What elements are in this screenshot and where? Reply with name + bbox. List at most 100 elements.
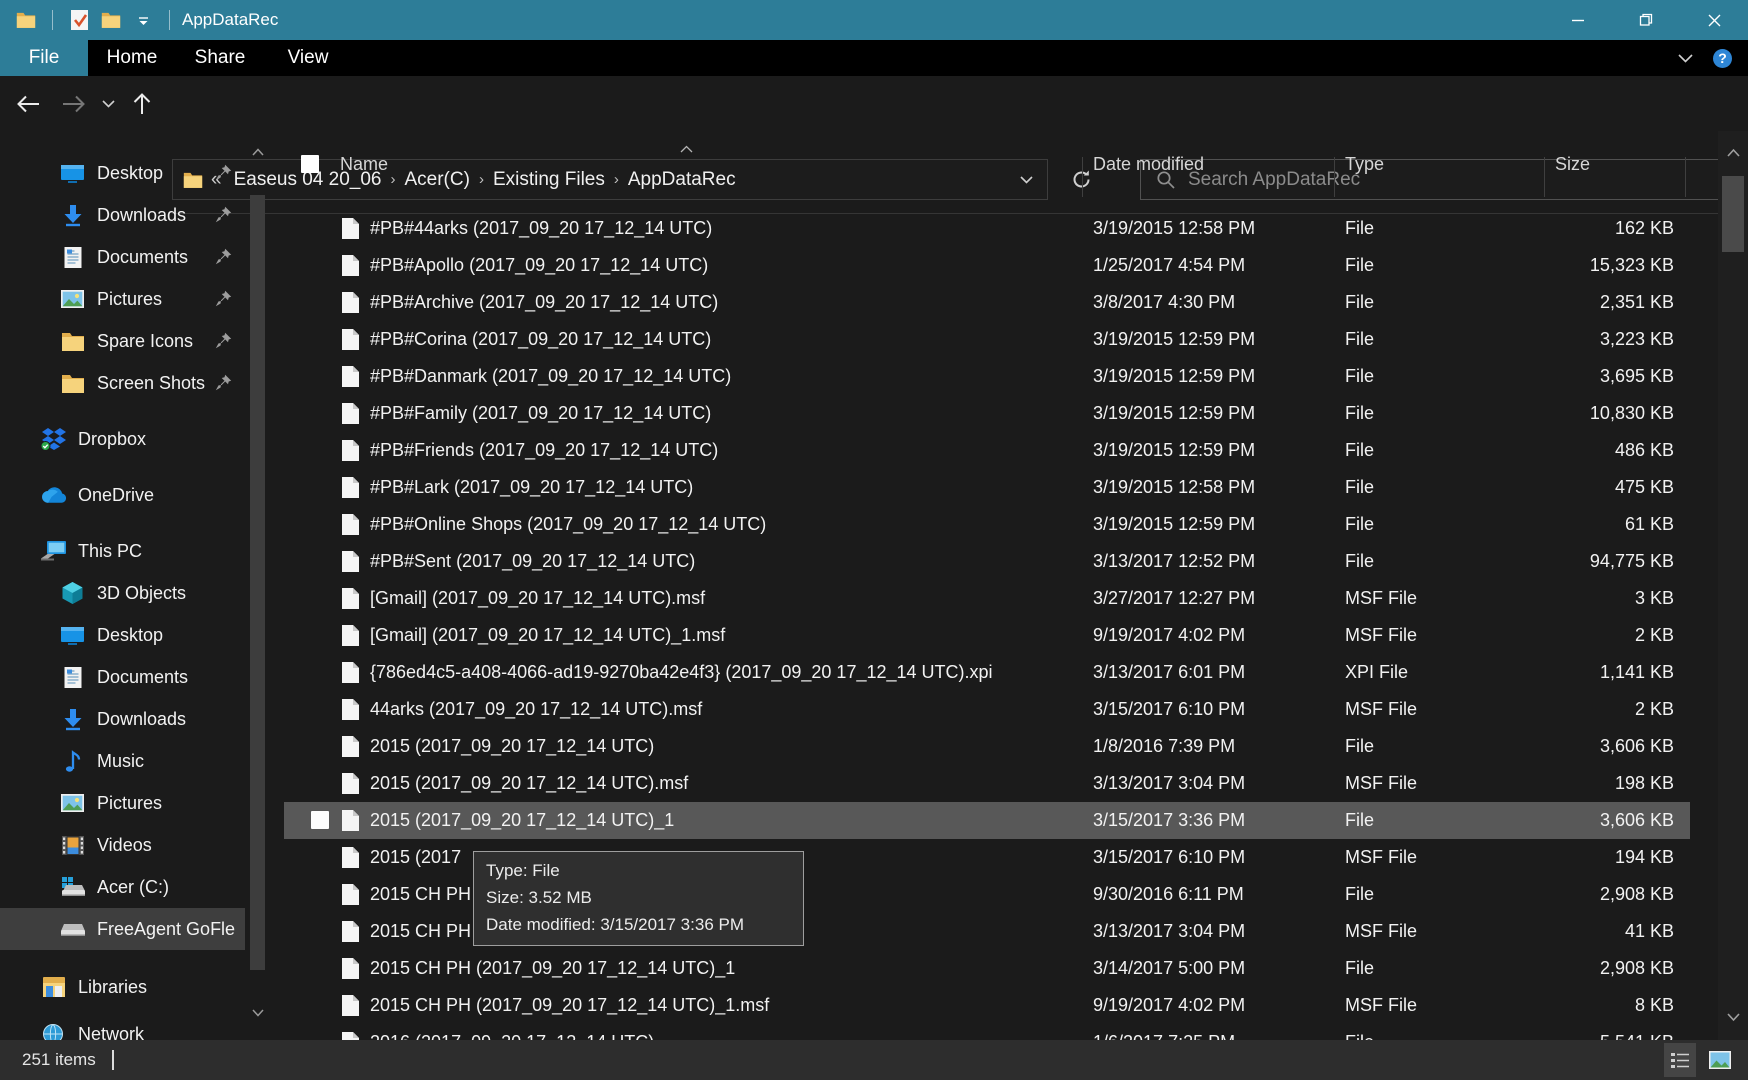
file-row[interactable]: 2015 (2017_09_20 17_12_14 UTC)_13/15/201… [284,802,1690,839]
select-all-checkbox[interactable] [301,155,319,173]
sidebar-item-pictures[interactable]: Pictures [0,782,245,824]
file-icon [341,402,360,425]
file-row[interactable]: [Gmail] (2017_09_20 17_12_14 UTC).msf3/2… [284,580,1718,617]
file-row[interactable]: #PB#Online Shops (2017_09_20 17_12_14 UT… [284,506,1718,543]
tab-file[interactable]: File [0,40,88,76]
sidebar-item-desktop[interactable]: Desktop [0,614,245,656]
up-button[interactable] [124,86,160,122]
file-row[interactable]: 2015 CH PH (2017_09_20 17_12_14 UTC)_1.m… [284,987,1718,1024]
sidebar-item-music[interactable]: Music [0,740,245,782]
pin-icon [210,248,237,265]
sidebar-item-spare-icons[interactable]: Spare Icons [0,320,245,362]
sidebar-item-onedrive[interactable]: OneDrive [0,474,245,516]
file-row[interactable]: 2015 (2017_09_20 17_12_14 UTC)1/8/2016 7… [284,728,1718,765]
file-name-cell: [Gmail] (2017_09_20 17_12_14 UTC)_1.msf [370,617,725,654]
ribbon-expand-chevron-icon[interactable] [1678,54,1693,63]
sidebar-item-this-pc[interactable]: This PC [0,530,245,572]
forward-button[interactable] [56,86,92,122]
sidebar-item-downloads[interactable]: Downloads [0,698,245,740]
column-header-type[interactable]: Type [1345,143,1384,185]
sidebar-item-libraries[interactable]: Libraries [0,966,245,1008]
close-button[interactable] [1680,0,1748,40]
file-row[interactable]: #PB#Friends (2017_09_20 17_12_14 UTC)3/1… [284,432,1718,469]
qat-customize-chevron-icon[interactable] [130,6,156,34]
column-header-size[interactable]: Size [1555,143,1590,185]
file-row[interactable]: #PB#44arks (2017_09_20 17_12_14 UTC)3/19… [284,210,1718,247]
column-header-name[interactable]: Name [340,143,388,185]
sidebar-item-documents[interactable]: Documents [0,656,245,698]
file-name-cell: #PB#Family (2017_09_20 17_12_14 UTC) [370,395,711,432]
file-icon [341,957,360,980]
pictures-icon [59,289,86,309]
list-scrollbar[interactable] [1718,131,1748,1040]
file-row[interactable]: #PB#Lark (2017_09_20 17_12_14 UTC)3/19/2… [284,469,1718,506]
desktop-icon [59,625,86,646]
minimize-button[interactable] [1544,0,1612,40]
file-icon [341,550,360,573]
size-cell: 2,908 KB [1444,950,1674,987]
help-button[interactable]: ? [1713,49,1732,68]
file-row[interactable]: 2016 (2017_09_20 17_12_14 UTC)1/6/2017 7… [284,1024,1718,1040]
file-row[interactable]: {786ed4c5-a408-4066-ad19-9270ba42e4f3} (… [284,654,1718,691]
file-icon [341,846,360,869]
tab-share[interactable]: Share [176,40,264,76]
date-modified-cell: 3/15/2017 6:10 PM [1093,691,1245,728]
sidebar-scrollbar-thumb[interactable] [250,195,265,970]
sidebar-item-acer-c-[interactable]: Acer (C:) [0,866,245,908]
qat-new-folder-icon[interactable] [98,6,124,34]
size-cell: 198 KB [1444,765,1674,802]
column-divider[interactable] [1685,157,1686,197]
list-scroll-down-icon[interactable] [1724,1008,1742,1026]
downloads-icon [59,204,86,227]
sidebar-item-documents[interactable]: Documents [0,236,245,278]
restore-button[interactable] [1612,0,1680,40]
column-divider[interactable] [1544,157,1545,197]
list-scroll-up-icon[interactable] [1724,143,1742,161]
sidebar-item-videos[interactable]: Videos [0,824,245,866]
file-row[interactable]: #PB#Corina (2017_09_20 17_12_14 UTC)3/19… [284,321,1718,358]
sidebar-item-freeagent-gofle[interactable]: FreeAgent GoFle [0,908,245,950]
file-row[interactable]: #PB#Danmark (2017_09_20 17_12_14 UTC)3/1… [284,358,1718,395]
status-bar: 251 items [0,1040,1748,1080]
sidebar-item-screen-shots[interactable]: Screen Shots [0,362,245,404]
date-modified-cell: 3/19/2015 12:58 PM [1093,469,1255,506]
pin-icon [210,290,237,307]
file-row[interactable]: 2015 (2017_09_20 17_12_14 UTC).msf3/13/2… [284,765,1718,802]
thumbnails-view-button[interactable] [1704,1043,1736,1077]
sidebar-item-dropbox[interactable]: Dropbox [0,418,245,460]
tab-view[interactable]: View [264,40,352,76]
list-scrollbar-thumb[interactable] [1722,176,1744,252]
date-modified-cell: 9/19/2017 4:02 PM [1093,617,1245,654]
documents-icon [59,246,86,269]
sidebar-item-3d-objects[interactable]: 3D Objects [0,572,245,614]
type-cell: File [1345,358,1374,395]
qat-properties-icon[interactable] [66,6,92,34]
tab-home[interactable]: Home [88,40,176,76]
sidebar-scroll-down-icon[interactable] [249,1004,267,1022]
file-row[interactable]: 2015 CH PH (2017_09_20 17_12_14 UTC)_13/… [284,950,1718,987]
file-name-cell: 2015 CH PH (2017_09_20 17_12_14 UTC)_1 [370,950,735,987]
sidebar-item-network[interactable]: Network [0,1013,245,1040]
sidebar-item-pictures[interactable]: Pictures [0,278,245,320]
file-row[interactable]: #PB#Apollo (2017_09_20 17_12_14 UTC)1/25… [284,247,1718,284]
file-icon [341,291,360,314]
file-row[interactable]: #PB#Family (2017_09_20 17_12_14 UTC)3/19… [284,395,1718,432]
file-row[interactable]: [Gmail] (2017_09_20 17_12_14 UTC)_1.msf 9… [284,617,1718,654]
details-view-button[interactable] [1664,1043,1696,1077]
sidebar-item-label: Acer (C:) [97,877,169,898]
file-name-cell: [Gmail] (2017_09_20 17_12_14 UTC).msf [370,580,705,617]
sidebar-item-downloads[interactable]: Downloads [0,194,245,236]
sidebar-scroll-up-icon[interactable] [249,143,267,161]
back-button[interactable] [10,86,46,122]
column-header-date-modified[interactable]: Date modified [1093,143,1204,185]
column-divider[interactable] [1334,157,1335,197]
titlebar-divider [52,10,53,30]
recent-locations-chevron-icon[interactable] [94,86,122,122]
file-row[interactable]: 44arks (2017_09_20 17_12_14 UTC).msf3/15… [284,691,1718,728]
file-row[interactable]: #PB#Sent (2017_09_20 17_12_14 UTC)3/13/2… [284,543,1718,580]
row-checkbox[interactable] [311,811,329,829]
file-row[interactable]: #PB#Archive (2017_09_20 17_12_14 UTC)3/8… [284,284,1718,321]
sidebar-item-desktop[interactable]: Desktop [0,152,245,194]
column-divider[interactable] [1082,157,1083,197]
sidebar-scrollbar[interactable] [245,137,271,1040]
